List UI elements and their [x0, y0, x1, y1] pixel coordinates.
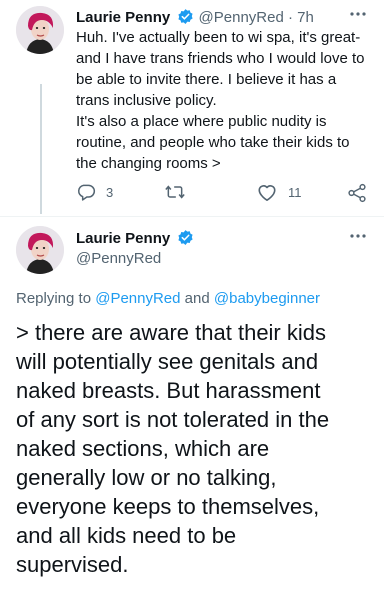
tweet-text-line: and all kids need to be	[16, 523, 237, 548]
tweet-text-line: routine, and people who take their kids …	[76, 134, 350, 151]
tweet-text-line: the changing rooms >	[76, 155, 221, 172]
reply-count: 3	[106, 184, 114, 200]
share-button[interactable]	[346, 182, 368, 204]
replying-to-and: and	[180, 290, 214, 307]
verified-badge-icon	[177, 229, 194, 250]
author-handle[interactable]: @PennyRed	[199, 9, 284, 26]
tweet-text-line: naked breasts. But harassment	[16, 378, 321, 403]
tweet-actions: 3 11	[76, 182, 376, 206]
author-name[interactable]: Laurie Penny	[76, 230, 170, 247]
tweet-text-line: of any sort is not tolerated in the	[16, 407, 330, 432]
tweet-text-line: trans inclusive policy.	[76, 92, 217, 109]
tweet-text-line: and I have trans friends who I would lov…	[76, 50, 365, 67]
tweet-text-line: supervised.	[16, 552, 129, 577]
tweet-text-line: > there are aware that their kids	[16, 320, 326, 345]
tweet-header: Laurie Penny @PennyRed · 7h	[76, 8, 314, 29]
tweet-text-line: Huh. I've actually been to wi spa, it's …	[76, 29, 361, 46]
tweet-text: Huh. I've actually been to wi spa, it's …	[76, 27, 365, 174]
replying-to-user-link[interactable]: @PennyRed	[95, 290, 180, 307]
like-button[interactable]: 11	[256, 182, 302, 202]
heart-icon	[256, 182, 278, 202]
author-name[interactable]: Laurie Penny	[76, 9, 170, 26]
tweet-divider	[0, 216, 384, 217]
author-handle[interactable]: @PennyRed	[76, 250, 161, 267]
tweet-text-line: naked sections, which are	[16, 436, 270, 461]
tweet-text: > there are aware that their kids will p…	[16, 318, 376, 579]
tweet-text-line: generally low or no talking,	[16, 465, 277, 490]
tweet-time[interactable]: 7h	[297, 9, 314, 26]
like-count: 11	[288, 184, 302, 200]
more-horizontal-icon[interactable]	[348, 4, 368, 29]
reply-icon	[76, 182, 96, 202]
more-horizontal-icon[interactable]	[348, 226, 368, 251]
replying-to: Replying to @PennyRed and @babybeginner	[16, 290, 320, 307]
avatar[interactable]	[16, 6, 64, 54]
thread-connector-line	[40, 84, 42, 214]
reply-button[interactable]: 3	[76, 182, 113, 202]
replying-to-label: Replying to	[16, 290, 96, 307]
tweet-text-line: everyone keeps to themselves,	[16, 494, 320, 519]
retweet-icon	[164, 182, 186, 202]
share-icon	[346, 182, 368, 204]
tweet-header: Laurie Penny	[76, 229, 194, 250]
separator: ·	[283, 9, 298, 26]
tweet-text-line: will potentially see genitals and	[16, 349, 319, 374]
replying-to-user-link[interactable]: @babybeginner	[214, 290, 320, 307]
tweet-text-line: be able to invite there. I believe it ha…	[76, 71, 337, 88]
tweet-text-line: It's also a place where public nudity is	[76, 113, 327, 130]
retweet-button[interactable]	[164, 182, 196, 202]
avatar[interactable]	[16, 226, 64, 274]
verified-badge-icon	[177, 8, 194, 29]
